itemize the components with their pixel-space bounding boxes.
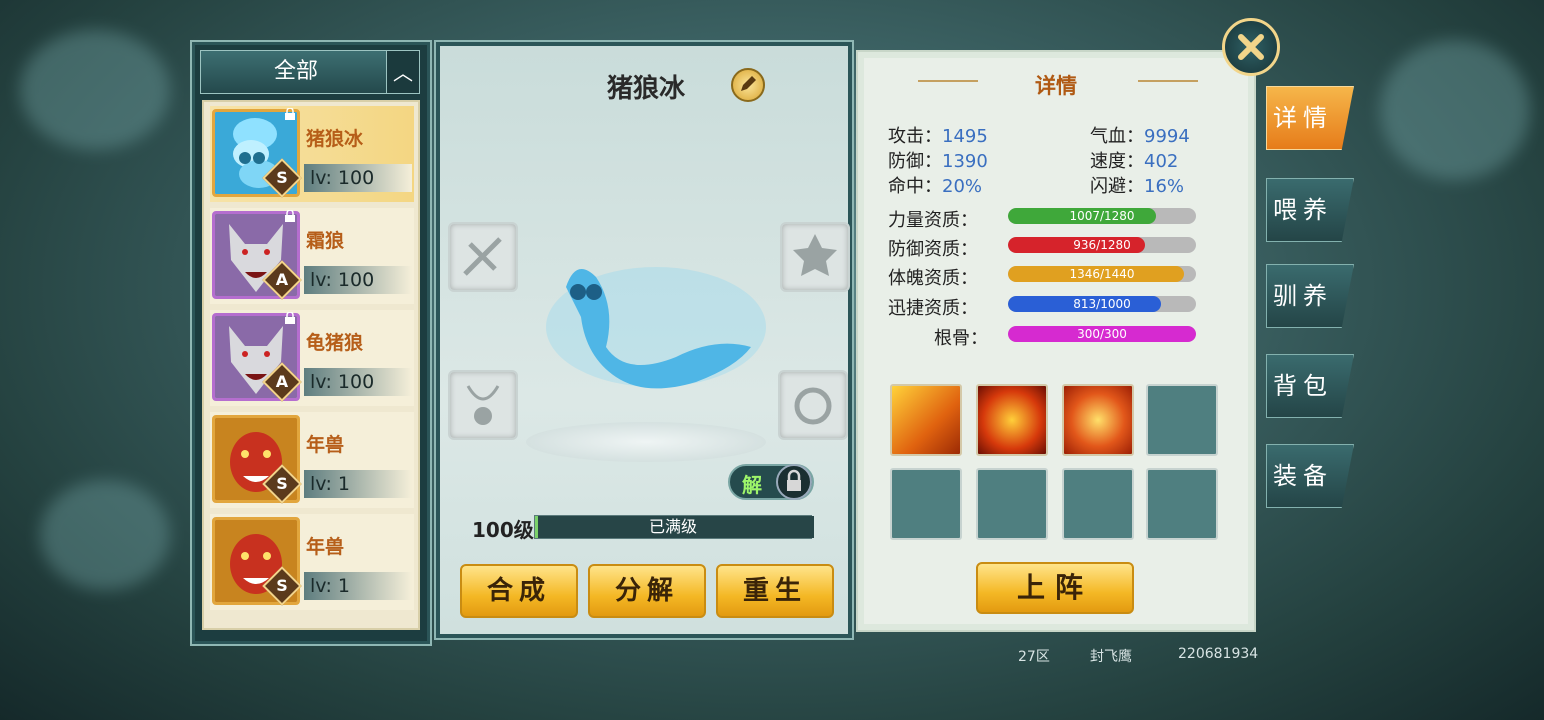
skill-slot[interactable]: [976, 384, 1048, 456]
background-glow: [40, 480, 170, 590]
pet-level: lv: 1: [304, 572, 412, 600]
compose-button[interactable]: 合成: [460, 564, 578, 618]
stat-defense: 防御：1390: [888, 151, 988, 172]
pet-level: lv: 100: [304, 368, 412, 396]
background-glow: [20, 30, 170, 150]
skill-slot-empty[interactable]: [1062, 468, 1134, 540]
equip-slot-weapon[interactable]: [448, 222, 518, 292]
player-id: 220681934: [1178, 646, 1259, 662]
lock-icon: [776, 464, 812, 500]
aptitude-bar: 936/1280: [1008, 237, 1196, 253]
tab-bag[interactable]: 背包: [1266, 354, 1354, 418]
close-icon[interactable]: [1222, 18, 1280, 76]
exp-bar: 已满级: [534, 515, 814, 539]
equip-slot-ring[interactable]: [778, 370, 848, 440]
aptitude-bar: 813/1000: [1008, 296, 1196, 312]
stat-attack: 攻击：1495: [888, 126, 988, 147]
pet-list[interactable]: S 猪狼冰 lv: 100 A 霜狼 lv: 100 A 龟猪狼 lv: 100…: [202, 100, 420, 630]
pet-level: lv: 100: [304, 164, 412, 192]
skill-slot-empty[interactable]: [976, 468, 1048, 540]
pet-stage: [526, 422, 766, 462]
pet-model: [546, 267, 766, 389]
reborn-button[interactable]: 重生: [716, 564, 834, 618]
aptitude-bar: 1007/1280: [1008, 208, 1196, 224]
tab-train[interactable]: 驯养: [1266, 264, 1354, 328]
aptitude-bar: 300/300: [1008, 326, 1196, 342]
pet-name: 霜狼: [306, 230, 345, 252]
aptitude-bar: 1346/1440: [1008, 266, 1196, 282]
pet-name: 年兽: [306, 434, 345, 456]
skill-slot-empty[interactable]: [1146, 384, 1218, 456]
equip-slot-necklace[interactable]: [448, 370, 518, 440]
lock-icon: [285, 210, 295, 222]
skill-slot[interactable]: [1062, 384, 1134, 456]
player-name: 封飞鹰: [1090, 649, 1132, 665]
pet-list-item[interactable]: S 猪狼冰 lv: 100: [210, 106, 414, 202]
pet-showcase-panel: 猪狼冰 解 100级 已满级 合成 分解 重生: [434, 40, 854, 640]
lock-icon: [285, 108, 295, 120]
stat-dodge: 闪避：16%: [1090, 176, 1185, 197]
chevron-up-icon[interactable]: ︿: [386, 51, 419, 93]
skill-slot[interactable]: [890, 384, 962, 456]
tab-feed[interactable]: 喂养: [1266, 178, 1354, 242]
pet-list-item[interactable]: A 龟猪狼 lv: 100: [210, 310, 414, 406]
pet-name: 年兽: [306, 536, 345, 558]
background-glow: [1380, 40, 1530, 180]
server-label: 27区: [1018, 649, 1050, 665]
stat-hit: 命中：20%: [888, 176, 983, 197]
unlock-toggle[interactable]: 解: [728, 464, 814, 500]
filter-label: 全部: [273, 59, 318, 84]
pet-list-item[interactable]: S 年兽 lv: 1: [210, 412, 414, 508]
exp-text: 已满级: [648, 517, 697, 536]
pet-title: 猪狼冰: [606, 74, 685, 104]
level-label: 100级: [472, 518, 534, 542]
tab-details[interactable]: 详情: [1266, 86, 1354, 150]
deploy-button[interactable]: 上阵: [976, 562, 1134, 614]
skill-slot-empty[interactable]: [890, 468, 962, 540]
pet-level: lv: 1: [304, 470, 412, 498]
decompose-button[interactable]: 分解: [588, 564, 706, 618]
pet-name: 猪狼冰: [306, 128, 364, 150]
equip-slot-armor[interactable]: [780, 222, 850, 292]
pet-name: 龟猪狼: [306, 332, 364, 354]
detail-panel: 详情 攻击：1495 气血：9994 防御：1390 速度：402 命中：20%…: [856, 50, 1256, 632]
unlock-label: 解: [742, 473, 762, 497]
edit-icon[interactable]: [731, 68, 765, 102]
stat-hp: 气血：9994: [1090, 126, 1190, 147]
pet-list-panel: 全部 ︿ S 猪狼冰 lv: 100 A 霜狼 lv: 100 A 龟猪狼 lv…: [190, 40, 432, 646]
pet-list-item[interactable]: S 年兽 lv: 1: [210, 514, 414, 610]
filter-dropdown[interactable]: 全部 ︿: [200, 50, 420, 94]
stat-speed: 速度：402: [1090, 151, 1179, 172]
detail-header: 详情: [1035, 74, 1077, 98]
pet-list-item[interactable]: A 霜狼 lv: 100: [210, 208, 414, 304]
skill-slot-empty[interactable]: [1146, 468, 1218, 540]
tab-equipment[interactable]: 装备: [1266, 444, 1354, 508]
lock-icon: [285, 312, 295, 324]
pet-level: lv: 100: [304, 266, 412, 294]
